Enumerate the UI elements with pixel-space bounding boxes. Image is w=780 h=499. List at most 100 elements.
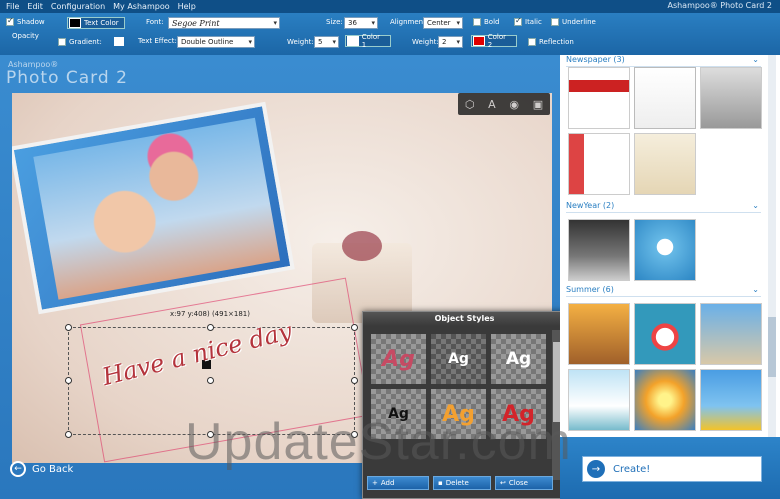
- text-effect-select[interactable]: Double Outline ▾: [177, 36, 255, 48]
- template-thumbnail[interactable]: [700, 369, 762, 431]
- canvas-tools: ⬡ A ◉ ▣: [458, 93, 550, 115]
- italic-option[interactable]: Italic: [514, 16, 542, 26]
- style-tile[interactable]: Ag: [371, 334, 426, 384]
- template-thumbnail[interactable]: [634, 133, 696, 195]
- menu-configuration[interactable]: Configuration: [51, 2, 105, 11]
- rotate-handle[interactable]: [207, 377, 214, 384]
- opacity-label-text: Opacity: [12, 32, 39, 40]
- template-thumbnail[interactable]: [568, 303, 630, 365]
- add-style-button[interactable]: + Add: [367, 476, 429, 490]
- shadow-checkbox[interactable]: [6, 16, 14, 26]
- style-tile[interactable]: Ag: [431, 334, 486, 384]
- category-label: NewYear (2): [566, 201, 615, 210]
- chevron-down-icon: ▾: [456, 19, 460, 27]
- category-label: Newspaper (3): [566, 55, 625, 64]
- template-thumbnail[interactable]: [700, 67, 762, 129]
- stamp-icon[interactable]: ◉: [509, 98, 519, 111]
- template-panel: Newspaper (3) ⌄ NewYear (2) ⌄ Summer (6)…: [560, 55, 780, 499]
- image-edit-icon[interactable]: ▣: [533, 98, 543, 111]
- underline-checkbox[interactable]: [551, 18, 559, 26]
- create-button[interactable]: → Create!: [582, 456, 762, 482]
- category-label: Summer (6): [566, 285, 614, 294]
- category-newspaper[interactable]: Newspaper (3) ⌄: [566, 55, 761, 67]
- font-label-text: Font:: [146, 18, 164, 26]
- bold-checkbox[interactable]: [473, 18, 481, 26]
- template-thumbnail[interactable]: [568, 219, 630, 281]
- italic-checkbox[interactable]: [514, 16, 522, 26]
- resize-handle[interactable]: [65, 431, 72, 438]
- weight1-label-text: Weight:: [287, 38, 314, 46]
- go-back-button[interactable]: ← Go Back: [10, 461, 73, 477]
- template-thumbnail[interactable]: [568, 67, 630, 129]
- weight2-select[interactable]: 2 ▾: [438, 36, 463, 48]
- template-thumbnail[interactable]: [568, 133, 630, 195]
- bold-label: Bold: [484, 18, 500, 26]
- category-summer[interactable]: Summer (6) ⌄: [566, 285, 761, 297]
- resize-handle[interactable]: [65, 324, 72, 331]
- underline-option[interactable]: Underline: [551, 18, 596, 26]
- chevron-down-icon: ▾: [273, 19, 277, 27]
- bold-option[interactable]: Bold: [473, 18, 499, 26]
- scroll-thumb[interactable]: [768, 317, 776, 377]
- reflection-option[interactable]: Reflection: [528, 38, 574, 46]
- menu-my-ashampoo[interactable]: My Ashampoo: [113, 2, 169, 11]
- size-value: 36: [348, 19, 357, 27]
- menu-help[interactable]: Help: [178, 2, 196, 11]
- template-thumbnail[interactable]: [568, 369, 630, 431]
- weight1-label: Weight:: [287, 38, 314, 46]
- layers-icon[interactable]: ⬡: [465, 98, 475, 111]
- reflection-checkbox[interactable]: [528, 38, 536, 46]
- resize-handle[interactable]: [65, 377, 72, 384]
- gradient-option[interactable]: Gradient:: [58, 37, 127, 46]
- style-buttons: + Add ▪ Delete ↩ Close: [367, 476, 557, 490]
- menu-file[interactable]: File: [6, 2, 19, 11]
- opacity-label: Opacity: [12, 32, 39, 40]
- reflection-label: Reflection: [539, 38, 574, 46]
- chevron-down-icon: ▾: [371, 19, 375, 27]
- alignment-select[interactable]: Center ▾: [423, 17, 463, 29]
- family-photo: [33, 117, 281, 300]
- gradient-swatch[interactable]: [113, 37, 124, 46]
- template-thumbnail[interactable]: [634, 67, 696, 129]
- go-back-label: Go Back: [32, 463, 74, 475]
- chevron-down-icon: ▾: [248, 38, 252, 46]
- size-label-text: Size:: [326, 18, 343, 26]
- size-select[interactable]: 36 ▾: [344, 17, 378, 29]
- text-color-swatch: [69, 18, 81, 28]
- weight1-select[interactable]: 5 ▾: [314, 36, 339, 48]
- color1-button[interactable]: Color 1: [345, 33, 391, 49]
- close-icon: ↩: [500, 479, 506, 487]
- app-logo: Photo Card 2: [6, 68, 128, 88]
- create-label: Create!: [613, 463, 651, 475]
- gradient-label: Gradient:: [69, 37, 102, 46]
- photo-frame[interactable]: [12, 101, 295, 315]
- delete-style-button[interactable]: ▪ Delete: [433, 476, 491, 490]
- font-value: Segoe Print: [172, 18, 220, 28]
- style-tile[interactable]: Ag: [491, 334, 546, 384]
- template-thumbnail[interactable]: [634, 219, 696, 281]
- chevron-down-icon: ▾: [332, 38, 336, 46]
- text-effect-label: Text Effect:: [138, 37, 177, 45]
- template-thumbnail[interactable]: [634, 303, 696, 365]
- color2-button[interactable]: Color 2: [471, 33, 517, 49]
- color1-swatch: [347, 36, 359, 46]
- template-scrollbar[interactable]: [768, 55, 776, 437]
- color1-label: Color 1: [361, 33, 380, 49]
- resize-handle[interactable]: [207, 324, 214, 331]
- category-newyear[interactable]: NewYear (2) ⌄: [566, 201, 761, 213]
- object-styles-title: Object Styles: [363, 312, 566, 326]
- template-thumbnail[interactable]: [634, 369, 696, 431]
- scroll-thumb[interactable]: [553, 342, 560, 422]
- shadow-option[interactable]: Shadow: [6, 16, 45, 26]
- resize-handle[interactable]: [351, 377, 358, 384]
- menu-edit[interactable]: Edit: [27, 2, 43, 11]
- text-size-icon[interactable]: A: [488, 98, 496, 111]
- resize-handle[interactable]: [351, 324, 358, 331]
- gradient-checkbox[interactable]: [58, 37, 66, 46]
- weight2-label: Weight:: [412, 38, 439, 46]
- template-thumbnail[interactable]: [700, 303, 762, 365]
- text-color-button[interactable]: Text Color: [67, 17, 125, 29]
- close-panel-button[interactable]: ↩ Close: [495, 476, 553, 490]
- font-select[interactable]: Segoe Print ▾: [168, 17, 280, 29]
- text-effect-label-text: Text Effect:: [138, 37, 177, 45]
